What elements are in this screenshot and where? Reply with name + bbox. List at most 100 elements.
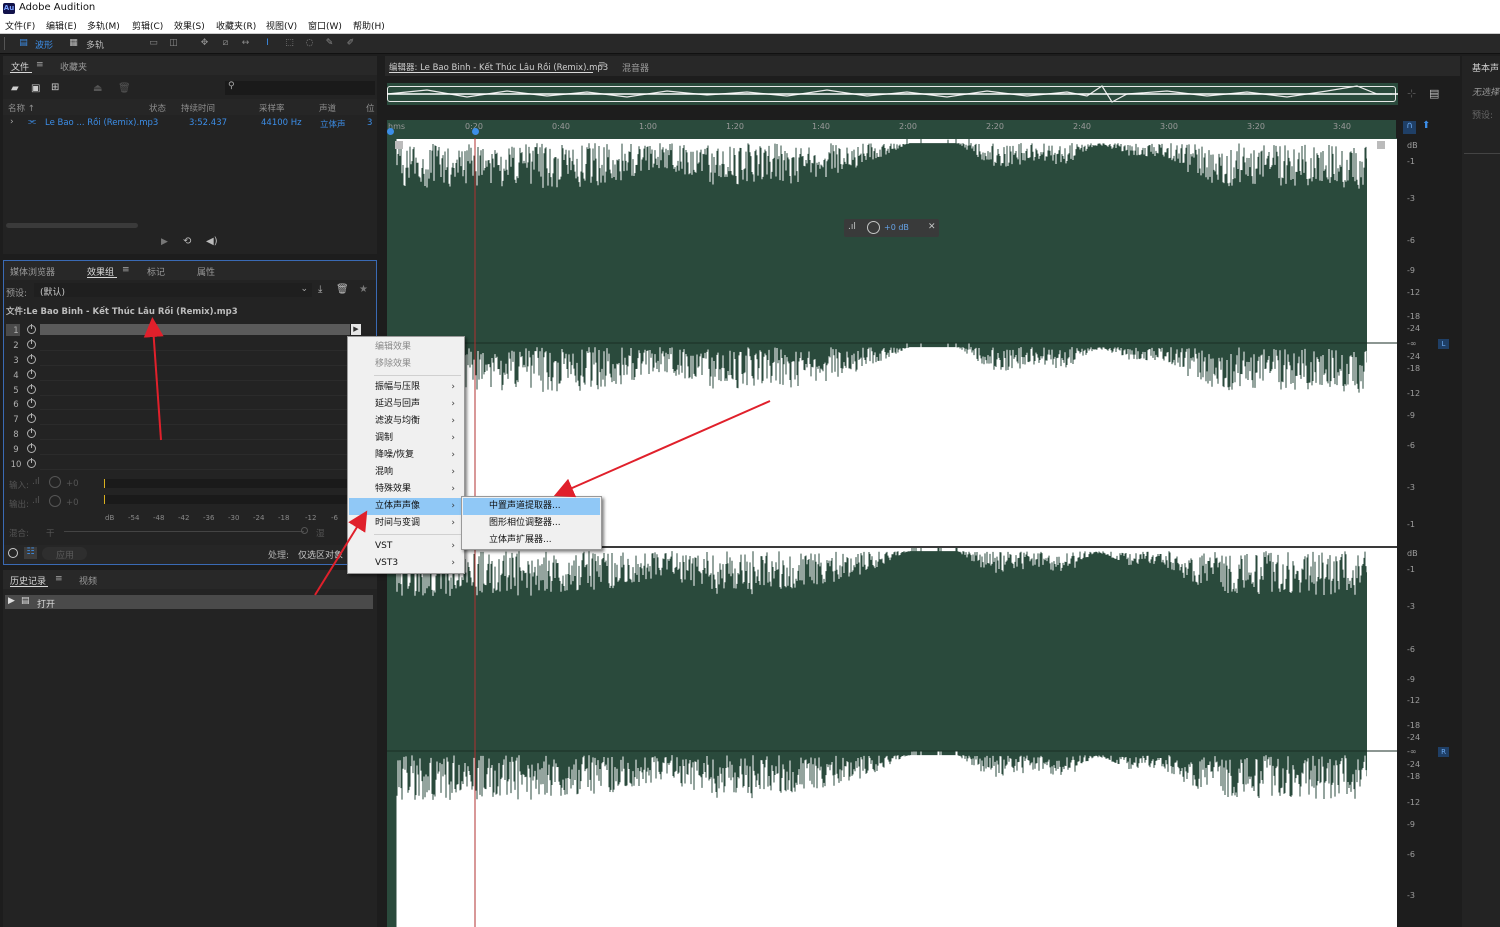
menu-view[interactable]: 视图(V) — [266, 19, 297, 32]
menu-item-vst[interactable]: VST › — [349, 538, 463, 555]
menu-item-modulation[interactable]: 调制 › — [349, 430, 463, 447]
mix-slider[interactable] — [64, 531, 304, 532]
selection-start-handle[interactable] — [387, 128, 394, 135]
apply-button[interactable]: 应用 — [42, 547, 87, 561]
power-icon[interactable] — [27, 339, 36, 349]
menu-item-delay[interactable]: 延迟与回声 › — [349, 396, 463, 413]
tab-properties[interactable]: 属性 — [197, 265, 215, 278]
slip-tool-icon[interactable]: ↔ — [239, 38, 252, 49]
left-channel-badge[interactable]: L — [1438, 339, 1449, 349]
power-icon[interactable] — [27, 354, 36, 364]
insert-multitrack-icon[interactable]: ⏏ — [93, 83, 102, 94]
menu-item-vst3[interactable]: VST3 › — [349, 555, 463, 572]
tab-mixer[interactable]: 混音器 — [622, 61, 649, 74]
playhead-marker-icon[interactable]: ⬆ — [1422, 120, 1430, 131]
col-duration[interactable]: 持续时间 — [181, 102, 215, 114]
headphones-icon[interactable]: ∩ — [1403, 121, 1416, 134]
master-power-icon[interactable] — [8, 548, 18, 558]
power-icon[interactable] — [27, 384, 36, 394]
timeline-ruler[interactable]: hms — [387, 120, 1396, 138]
col-bit[interactable]: 位 — [366, 102, 375, 114]
favorite-star-icon[interactable]: ★ — [359, 284, 368, 295]
power-icon[interactable] — [27, 324, 36, 334]
menu-item-reverb[interactable]: 混响 › — [349, 464, 463, 481]
marquee-tool-icon[interactable]: ⬚ — [283, 38, 296, 49]
show-list-icon[interactable]: ☷ — [24, 547, 37, 559]
col-status[interactable]: 状态 — [149, 102, 166, 114]
submenu-center-channel-extractor[interactable]: 中置声道提取器... — [463, 498, 600, 515]
tab-media-browser[interactable]: 媒体浏览器 — [10, 265, 55, 278]
effect-slot-1-selector[interactable] — [40, 324, 350, 335]
right-channel-badge[interactable]: R — [1438, 747, 1449, 757]
menu-item-time-pitch[interactable]: 时间与变调 › — [349, 515, 463, 532]
menu-item-noise-reduction[interactable]: 降噪/恢复 › — [349, 447, 463, 464]
history-panel-menu-icon[interactable]: ≡ — [55, 574, 63, 584]
menu-item-stereo-imagery[interactable]: 立体声声像 › — [349, 498, 463, 515]
power-icon[interactable] — [27, 428, 36, 438]
power-icon[interactable] — [27, 413, 36, 423]
menu-multitrack[interactable]: 多轨(M) — [87, 19, 120, 32]
input-gain-knob[interactable] — [49, 476, 61, 488]
menu-effects[interactable]: 效果(S) — [174, 19, 205, 32]
power-icon[interactable] — [27, 398, 36, 408]
loop-icon[interactable]: ⟲ — [183, 236, 191, 247]
menu-item-remove-effect[interactable]: 移除效果 — [349, 356, 463, 373]
menu-favorites[interactable]: 收藏夹(R) — [216, 19, 256, 32]
process-dropdown[interactable]: 仅选区对象 — [298, 548, 343, 561]
menu-file[interactable]: 文件(F) — [5, 19, 35, 32]
power-icon[interactable] — [27, 369, 36, 379]
mix-slider-handle[interactable] — [301, 527, 308, 534]
brush-tool-icon[interactable]: ✎ — [323, 38, 336, 49]
editor-panel-menu-icon[interactable]: ≡ — [598, 60, 606, 70]
expand-chevron-icon[interactable]: › — [10, 117, 14, 127]
search-input[interactable]: ⚲ — [225, 81, 375, 95]
col-name[interactable]: 名称 ↑ — [8, 102, 35, 114]
menu-item-amplitude[interactable]: 振幅与压限 › — [349, 379, 463, 396]
save-preset-icon[interactable]: ⤓ — [318, 284, 322, 295]
col-sample-rate[interactable]: 采样率 — [259, 102, 285, 114]
preset-dropdown[interactable]: (默认) ⌄ — [34, 283, 312, 298]
tab-markers[interactable]: 标记 — [147, 265, 165, 278]
hud-pin-icon[interactable]: ✕ — [928, 222, 936, 232]
open-file-icon[interactable]: ▰ — [11, 83, 19, 94]
menu-item-special[interactable]: 特殊效果 › — [349, 481, 463, 498]
delete-preset-icon[interactable]: 🗑 — [336, 284, 349, 295]
submenu-graphic-phase-shifter[interactable]: 图形相位调整器... — [463, 515, 600, 532]
menu-window[interactable]: 窗口(W) — [308, 19, 342, 32]
spectral-display-icon[interactable]: ◫ — [167, 38, 180, 49]
play-icon[interactable]: ▶ — [161, 237, 168, 247]
new-file-icon[interactable]: ⊞ — [51, 82, 59, 93]
tab-favorites[interactable]: 收藏夹 — [60, 60, 87, 73]
waveform-display-icon[interactable]: ▭ — [147, 38, 160, 49]
delete-file-icon[interactable]: 🗑 — [118, 83, 131, 94]
files-scrollbar[interactable] — [6, 223, 138, 228]
submenu-stereo-expander[interactable]: 立体声扩展器... — [463, 532, 600, 549]
menu-item-edit-effect[interactable]: 编辑效果 — [349, 339, 463, 356]
lasso-tool-icon[interactable]: ◌ — [303, 38, 316, 49]
razor-tool-icon[interactable]: ⧄ — [219, 38, 232, 49]
waveform-view-button[interactable]: 波形 — [35, 38, 53, 51]
spot-healing-tool-icon[interactable]: ✐ — [344, 38, 357, 49]
menu-edit[interactable]: 编辑(E) — [46, 19, 77, 32]
multitrack-view-button[interactable]: 多轨 — [86, 38, 104, 51]
tab-video[interactable]: 视频 — [79, 574, 97, 587]
hud-volume[interactable]: .ıl +0 dB ✕ — [844, 219, 939, 237]
essential-sound-title[interactable]: 基本声 — [1472, 61, 1499, 74]
move-tool-icon[interactable]: ✥ — [198, 38, 211, 49]
output-gain-knob[interactable] — [49, 495, 61, 507]
file-row[interactable]: › ⫘ Le Bao ... Rồi (Remix).mp3 3:52.437 … — [3, 116, 377, 130]
effect-slot-arrow-icon[interactable]: ▶ — [351, 324, 361, 335]
panel-menu-icon[interactable]: ≡ — [36, 60, 44, 70]
hud-gain-knob[interactable] — [867, 221, 880, 234]
time-selection-tool-icon[interactable]: I — [261, 38, 274, 49]
zoom-navigator-icon[interactable]: ⊹ — [1407, 87, 1416, 100]
power-icon[interactable] — [27, 443, 36, 453]
effects-panel-menu-icon[interactable]: ≡ — [122, 265, 130, 275]
menu-item-filter[interactable]: 滤波与均衡 › — [349, 413, 463, 430]
history-item[interactable]: ▶ ▤ 打开 — [5, 595, 373, 610]
menu-help[interactable]: 帮助(H) — [353, 19, 385, 32]
col-channels[interactable]: 声道 — [319, 102, 336, 114]
autoplay-icon[interactable]: ◀) — [206, 236, 218, 247]
power-icon[interactable] — [27, 458, 36, 468]
playhead-handle[interactable] — [472, 128, 479, 135]
